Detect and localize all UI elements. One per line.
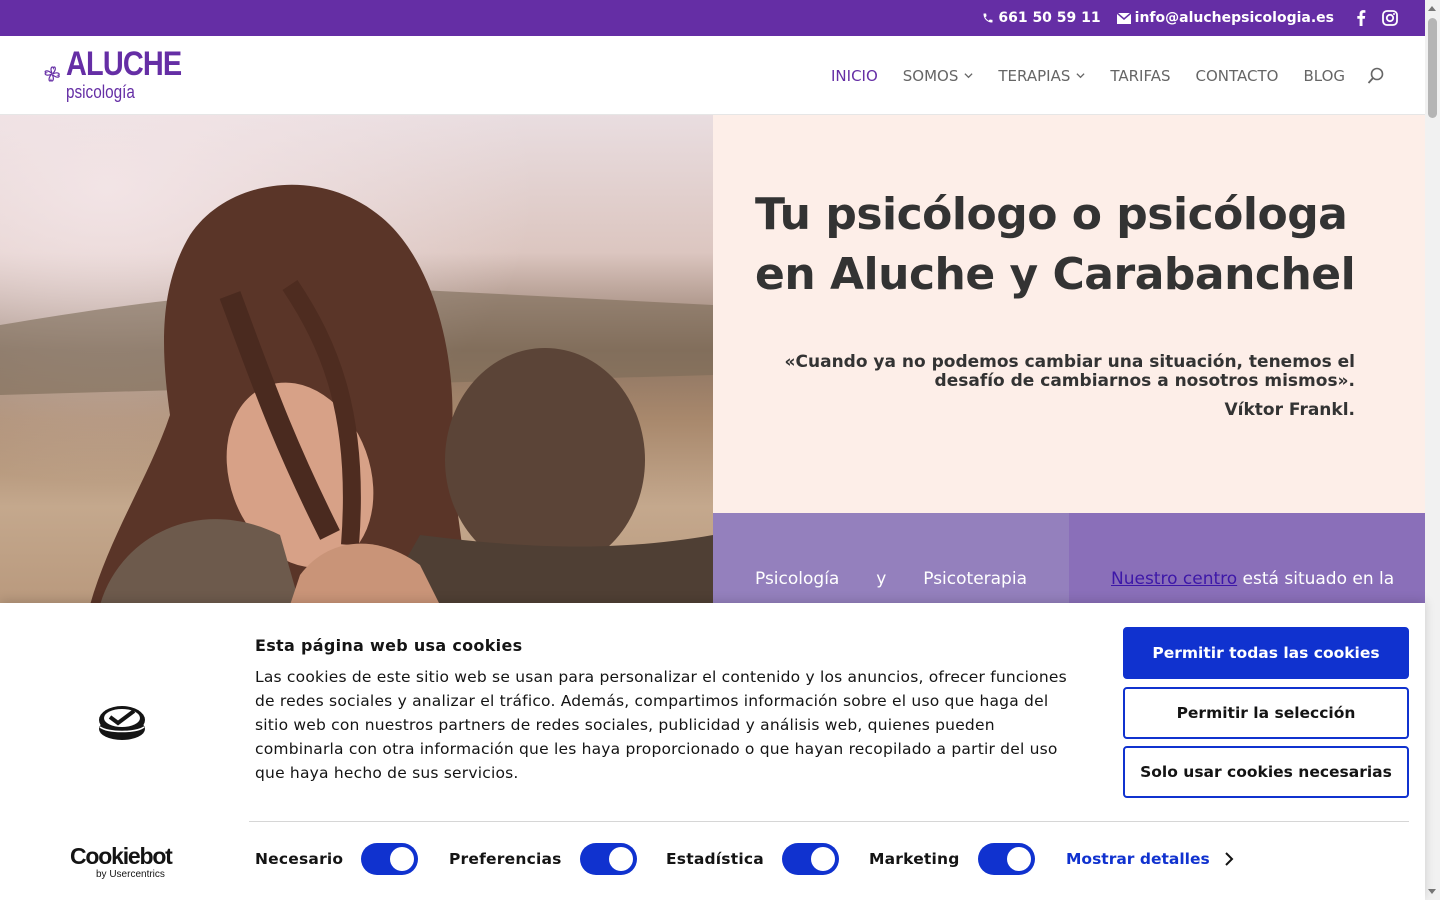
top-bar: 661 50 59 11 info@aluchepsicologia.es bbox=[0, 0, 1440, 36]
site-logo[interactable]: ALUCHE psicología bbox=[42, 40, 202, 108]
necesario-switch[interactable] bbox=[361, 843, 419, 875]
nav-item-terapias[interactable]: TERAPIAS bbox=[998, 67, 1085, 85]
toggle-preferencias: Preferencias bbox=[449, 843, 637, 875]
info-column-text: Nuestro centro está situado en la bbox=[1111, 569, 1401, 589]
nav-label: TERAPIAS bbox=[998, 66, 1071, 85]
quote-author: Víktor Frankl. bbox=[1224, 400, 1355, 420]
show-details-link[interactable]: Mostrar detalles bbox=[1066, 850, 1234, 868]
cookie-banner: Esta página web usa cookies Las cookies … bbox=[0, 603, 1425, 900]
estadistica-switch[interactable] bbox=[781, 843, 839, 875]
nav-item-somos[interactable]: SOMOS bbox=[903, 67, 974, 85]
cookiebot-brand[interactable]: Cookiebot by Usercentrics bbox=[70, 843, 174, 881]
toggle-necesario: Necesario bbox=[255, 843, 419, 875]
page-scrollbar[interactable] bbox=[1425, 0, 1440, 900]
cookiebot-wordmark: Cookiebot bbox=[70, 843, 173, 869]
allow-all-cookies-button[interactable]: Permitir todas las cookies bbox=[1123, 627, 1409, 679]
search-icon[interactable] bbox=[1367, 67, 1385, 85]
info-text: está situado en la bbox=[1237, 569, 1395, 589]
cookie-divider bbox=[249, 821, 1409, 822]
nav-item-contacto[interactable]: CONTACTO bbox=[1196, 67, 1279, 85]
nav-item-tarifas[interactable]: TARIFAS bbox=[1110, 67, 1170, 85]
scroll-up-arrow-icon[interactable] bbox=[1428, 6, 1436, 11]
facebook-icon[interactable] bbox=[1356, 10, 1366, 26]
nav-label: SOMOS bbox=[902, 66, 959, 85]
marketing-switch[interactable] bbox=[977, 843, 1035, 875]
main-nav: INICIO SOMOS TERAPIAS TARIFAS CONTACTO B… bbox=[806, 36, 1385, 115]
allow-selection-button[interactable]: Permitir la selección bbox=[1123, 687, 1409, 739]
instagram-icon[interactable] bbox=[1382, 10, 1398, 26]
hero-panel: Tu psicólogo o psicóloga en Aluche y Car… bbox=[713, 115, 1425, 513]
show-details-label: Mostrar detalles bbox=[1066, 850, 1210, 868]
chevron-down-icon bbox=[1076, 73, 1085, 79]
scroll-down-arrow-icon[interactable] bbox=[1428, 889, 1436, 894]
logo-title: ALUCHE bbox=[66, 45, 182, 83]
scrollbar-thumb[interactable] bbox=[1428, 18, 1437, 118]
cookie-description: Las cookies de este sitio web se usan pa… bbox=[255, 668, 1067, 782]
email-address: info@aluchepsicologia.es bbox=[1134, 10, 1334, 26]
phone-number: 661 50 59 11 bbox=[998, 10, 1101, 26]
nav-label: TARIFAS bbox=[1110, 66, 1171, 85]
info-column-centro: Nuestro centro está situado en la bbox=[1069, 513, 1425, 605]
info-column-psicologia: Psicología y Psicoterapia bbox=[713, 513, 1069, 605]
cookiebot-sub: by Usercentrics bbox=[96, 869, 165, 880]
nav-label: CONTACTO bbox=[1195, 66, 1279, 85]
cookiebot-logo-icon bbox=[99, 706, 145, 740]
info-column-text: Psicología y Psicoterapia bbox=[755, 569, 1027, 589]
toggle-marketing: Marketing bbox=[869, 843, 1035, 875]
necessary-only-button[interactable]: Solo usar cookies necesarias bbox=[1123, 746, 1409, 798]
phone-link[interactable]: 661 50 59 11 bbox=[982, 10, 1101, 26]
hero-title: Tu psicólogo o psicóloga en Aluche y Car… bbox=[755, 189, 1356, 300]
toggle-label: Preferencias bbox=[449, 850, 562, 868]
site-header: ALUCHE psicología INICIO SOMOS TERAPIAS … bbox=[0, 36, 1425, 115]
toggle-label: Estadística bbox=[666, 850, 764, 868]
info-word: y bbox=[876, 569, 887, 589]
info-word: Psicología bbox=[755, 569, 840, 589]
clover-logo-icon bbox=[44, 66, 60, 82]
nuestro-centro-link[interactable]: Nuestro centro bbox=[1111, 569, 1237, 589]
nav-item-blog[interactable]: BLOG bbox=[1303, 67, 1345, 85]
preferencias-switch[interactable] bbox=[579, 843, 637, 875]
toggle-label: Marketing bbox=[869, 850, 960, 868]
toggle-estadistica: Estadística bbox=[666, 843, 839, 875]
nav-label: INICIO bbox=[831, 66, 878, 85]
nav-label: BLOG bbox=[1303, 66, 1345, 85]
email-link[interactable]: info@aluchepsicologia.es bbox=[1116, 10, 1334, 26]
hero-quote: «Cuando ya no podemos cambiar una situac… bbox=[784, 352, 1355, 391]
cookie-title: Esta página web usa cookies bbox=[255, 636, 523, 655]
chevron-right-icon bbox=[1224, 852, 1234, 866]
logo-text: ALUCHE psicología bbox=[66, 47, 202, 101]
phone-icon bbox=[983, 13, 993, 23]
hero-image bbox=[0, 115, 713, 605]
chevron-down-icon bbox=[964, 73, 973, 79]
nav-item-inicio[interactable]: INICIO bbox=[831, 67, 878, 85]
info-word: Psicoterapia bbox=[923, 569, 1027, 589]
logo-subtitle: psicología bbox=[66, 82, 136, 102]
toggle-label: Necesario bbox=[255, 850, 344, 868]
envelope-icon bbox=[1116, 12, 1131, 24]
